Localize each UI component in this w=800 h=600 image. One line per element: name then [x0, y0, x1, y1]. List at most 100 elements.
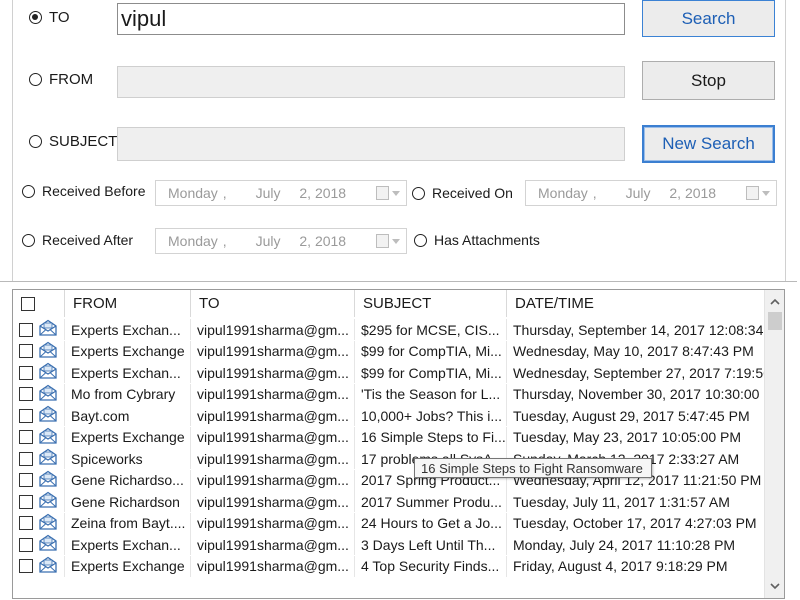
subject-radio[interactable] — [29, 135, 42, 148]
received-on-option[interactable]: Received On — [412, 185, 513, 201]
cell-datetime: Friday, August 4, 2017 9:18:29 PM — [513, 558, 728, 574]
subject-tooltip: 16 Simple Steps to Fight Ransomware — [414, 458, 652, 478]
calendar-dropdown-button[interactable] — [376, 234, 400, 248]
table-row[interactable]: Experts Exchange vipul1991sharma@gm... 16 … — [13, 426, 765, 448]
new-search-button[interactable]: New Search — [642, 125, 775, 163]
envelope-icon — [38, 341, 58, 362]
received-on-date-picker[interactable]: Monday , July 2, 2018 — [525, 180, 777, 206]
table-row[interactable]: Gene Richardso... vipul1991sharma@gm... 20… — [13, 469, 765, 491]
cell-subject: 4 Top Security Finds... — [355, 555, 507, 577]
results-list[interactable]: FROM TO SUBJECT DATE/TIME Experts Exchan… — [12, 289, 785, 599]
subject-input[interactable] — [117, 127, 625, 161]
has-attachments-radio[interactable] — [414, 233, 427, 247]
received-before-date-picker[interactable]: Monday , July 2, 2018 — [155, 180, 407, 206]
cell-to: vipul1991sharma@gm... — [191, 555, 355, 577]
row-checkbox[interactable] — [19, 494, 33, 509]
calendar-dropdown-button[interactable] — [746, 186, 770, 200]
to-radio[interactable] — [29, 11, 42, 24]
row-checkbox[interactable] — [19, 473, 33, 487]
subject-label: SUBJECT — [49, 133, 118, 150]
envelope-icon — [38, 513, 58, 534]
row-checkbox[interactable] — [19, 537, 33, 552]
table-row[interactable]: Experts Exchan... vipul1991sharma@gm... $9… — [13, 362, 765, 383]
date-day: Monday — [538, 185, 588, 201]
from-radio-option[interactable]: FROM — [29, 71, 93, 88]
received-on-radio[interactable] — [412, 186, 425, 200]
table-row[interactable]: Zeina from Bayt.... vipul1991sharma@gm...… — [13, 512, 765, 534]
scroll-up-arrow-icon[interactable] — [769, 296, 781, 308]
received-on-label: Received On — [432, 185, 513, 201]
cell-subject: 2017 Summer Produ... — [355, 491, 507, 512]
cell-from: Experts Exchange — [65, 340, 191, 362]
cell-from: Gene Richardso... — [65, 469, 191, 491]
row-checkbox[interactable] — [19, 365, 33, 380]
column-header-datetime[interactable]: DATE/TIME — [507, 290, 765, 317]
received-before-option[interactable]: Received Before — [22, 183, 146, 199]
has-attachments-option[interactable]: Has Attachments — [414, 232, 540, 248]
table-row[interactable]: Experts Exchan... vipul1991sharma@gm... $2… — [13, 319, 765, 340]
column-header-subject[interactable]: SUBJECT — [355, 290, 507, 317]
row-checkbox[interactable] — [19, 430, 33, 444]
cell-to: vipul1991sharma@gm... — [191, 469, 355, 491]
received-after-option[interactable]: Received After — [22, 232, 133, 248]
table-row[interactable]: Experts Exchan... vipul1991sharma@gm... 3 … — [13, 534, 765, 555]
date-day: Monday — [168, 185, 218, 201]
stop-button[interactable]: Stop — [642, 61, 775, 100]
row-checkbox[interactable] — [19, 451, 33, 466]
scrollbar-thumb[interactable] — [768, 312, 782, 330]
cell-from: Gene Richardson — [65, 491, 191, 512]
column-header-to[interactable]: TO — [191, 290, 355, 317]
date-separator: , — [592, 185, 597, 201]
row-checkbox[interactable] — [19, 559, 33, 573]
row-checkbox[interactable] — [19, 322, 33, 337]
from-input[interactable] — [117, 66, 625, 98]
scroll-down-arrow-icon[interactable] — [769, 580, 781, 592]
row-select-cell — [13, 340, 65, 362]
envelope-icon — [38, 556, 58, 577]
vertical-scrollbar[interactable] — [764, 290, 784, 598]
table-row[interactable]: Bayt.com vipul1991sharma@gm... 10,000+ Job… — [13, 405, 765, 426]
cell-datetime: Thursday, September 14, 2017 12:08:34 ..… — [513, 321, 765, 338]
panel-border-left — [12, 0, 13, 281]
cell-from: Experts Exchan... — [65, 534, 191, 555]
row-checkbox[interactable] — [19, 387, 33, 401]
table-row[interactable]: Gene Richardson vipul1991sharma@gm... 2017… — [13, 491, 765, 512]
date-separator: , — [222, 185, 227, 201]
table-row[interactable]: Experts Exchange vipul1991sharma@gm... $99… — [13, 340, 765, 362]
cell-subject: 3 Days Left Until Th... — [355, 534, 507, 555]
received-after-label: Received After — [42, 232, 134, 248]
to-radio-option[interactable]: TO — [29, 9, 70, 26]
cell-from: Experts Exchan... — [65, 319, 191, 340]
to-input[interactable]: vipul — [117, 3, 625, 35]
received-before-label: Received Before — [42, 183, 146, 199]
envelope-icon — [38, 384, 58, 405]
row-checkbox[interactable] — [19, 408, 33, 423]
table-row[interactable]: Mo from Cybrary vipul1991sharma@gm... 'Tis… — [13, 383, 765, 405]
row-checkbox[interactable] — [19, 344, 33, 358]
row-select-cell — [13, 512, 65, 534]
envelope-icon — [38, 319, 58, 340]
received-before-radio[interactable] — [22, 184, 35, 198]
column-header-from[interactable]: FROM — [65, 290, 191, 317]
cell-subject: 16 Simple Steps to Fi... — [355, 426, 507, 448]
select-all-checkbox[interactable] — [21, 296, 35, 311]
cell-subject: 10,000+ Jobs? This i... — [355, 405, 507, 426]
cell-datetime: Thursday, November 30, 2017 10:30:00 F..… — [513, 386, 765, 402]
table-row[interactable]: Spiceworks vipul1991sharma@gm... 17 proble… — [13, 448, 765, 469]
received-after-radio[interactable] — [22, 233, 35, 247]
cell-from: Zeina from Bayt.... — [65, 512, 191, 534]
row-select-cell — [13, 426, 65, 448]
received-after-date-picker[interactable]: Monday , July 2, 2018 — [155, 228, 407, 254]
table-row[interactable]: Experts Exchange vipul1991sharma@gm... 4 T… — [13, 555, 765, 577]
cell-to: vipul1991sharma@gm... — [191, 383, 355, 405]
subject-radio-option[interactable]: SUBJECT — [29, 133, 117, 150]
cell-datetime: Wednesday, September 27, 2017 7:19:56 ..… — [513, 364, 765, 381]
cell-from: Experts Exchan... — [65, 362, 191, 383]
cell-to: vipul1991sharma@gm... — [191, 448, 355, 469]
row-checkbox[interactable] — [19, 516, 33, 530]
search-button[interactable]: Search — [642, 0, 775, 37]
from-label: FROM — [49, 71, 94, 88]
calendar-dropdown-button[interactable] — [376, 186, 400, 200]
cell-to: vipul1991sharma@gm... — [191, 319, 355, 340]
from-radio[interactable] — [29, 73, 42, 86]
